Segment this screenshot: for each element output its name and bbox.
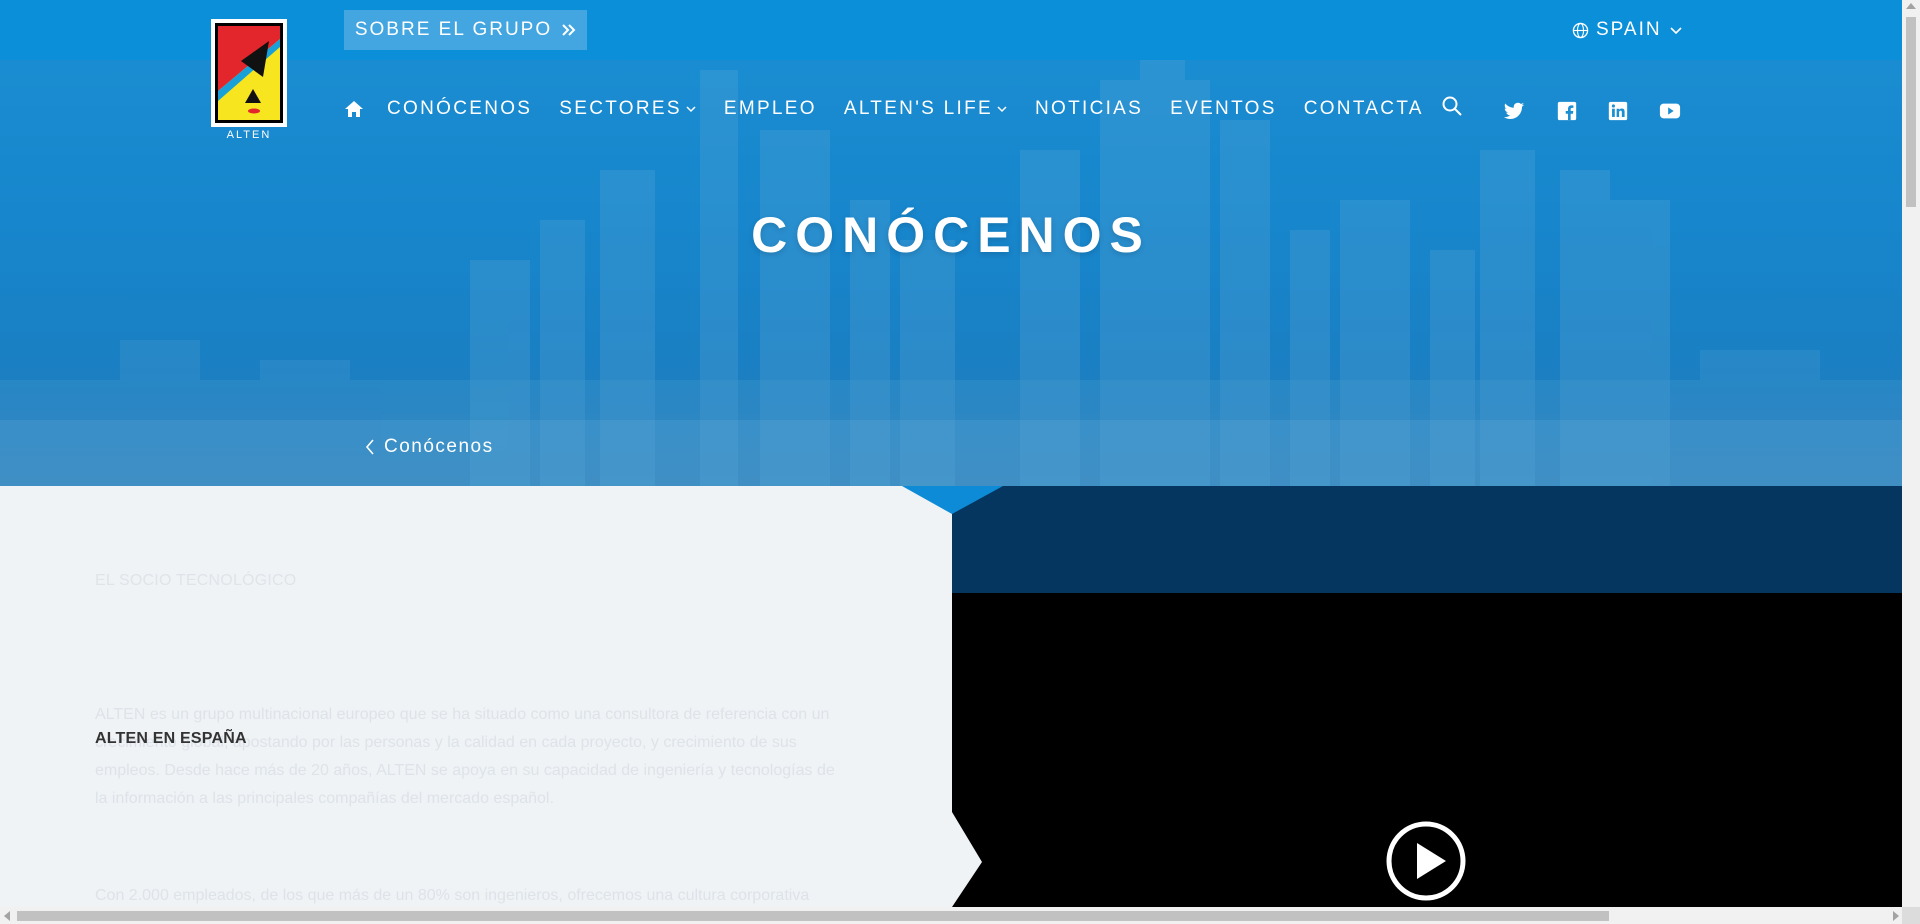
hero-section: ALTEN SOBRE EL GRUPO SPAIN CONÓCENOS SEC… (0, 0, 1902, 486)
alten-logo[interactable]: ALTEN (211, 19, 287, 140)
breadcrumb-label: Conócenos (384, 436, 494, 457)
vertical-scroll-thumb[interactable] (1906, 17, 1916, 207)
chevron-down-icon (997, 106, 1007, 113)
linkedin-icon[interactable] (1607, 100, 1629, 122)
navy-band (952, 486, 1902, 593)
nav-item-sectores[interactable]: SECTORES (559, 98, 697, 120)
search-icon[interactable] (1441, 95, 1463, 117)
globe-icon (1572, 22, 1589, 38)
scroll-left-icon[interactable] (4, 911, 10, 921)
language-selector[interactable]: SPAIN (1572, 17, 1683, 43)
nav-label: ALTEN'S LIFE (843, 98, 993, 119)
scrollbar-corner (1902, 907, 1920, 924)
chevron-down-icon (1670, 27, 1682, 35)
vertical-scrollbar[interactable] (1902, 0, 1920, 907)
nav-label: SECTORES (559, 98, 682, 119)
nav-label: CONÓCENOS (387, 98, 533, 119)
breadcrumb[interactable]: Conócenos (364, 436, 494, 458)
nav-item-eventos[interactable]: EVENTOS (1170, 98, 1277, 120)
horizontal-scroll-thumb[interactable] (17, 911, 1609, 921)
section-heading: ALTEN EN ESPAÑA (95, 730, 247, 747)
twitter-icon[interactable] (1503, 100, 1525, 122)
nav-item-contacta[interactable]: CONTACTA (1304, 98, 1424, 120)
intro-section (0, 486, 952, 907)
nav-label: NOTICIAS (1035, 98, 1144, 119)
nav-label: CONTACTA (1303, 98, 1424, 119)
nav-item-altens-life[interactable]: ALTEN'S LIFE (844, 98, 1008, 120)
nav-item-noticias[interactable]: NOTICIAS (1035, 98, 1143, 120)
nav-label: EVENTOS (1170, 98, 1277, 119)
about-group-label: SOBRE EL GRUPO (354, 19, 553, 40)
horizontal-scrollbar[interactable] (0, 907, 1902, 924)
double-chevron-right-icon (562, 24, 576, 36)
about-group-button[interactable]: SOBRE EL GRUPO (344, 10, 587, 50)
nav-label: EMPLEO (723, 98, 817, 119)
language-label: SPAIN (1596, 19, 1662, 40)
chevron-left-icon (365, 439, 374, 455)
intro-paragraph: ALTEN es un grupo multinacional europeo … (95, 706, 835, 807)
home-icon[interactable] (343, 98, 365, 120)
main-nav: CONÓCENOS SECTORES EMPLEO ALTEN'S LIFE N… (343, 94, 1451, 124)
youtube-icon[interactable] (1659, 100, 1681, 122)
intro-paragraph-2: Con 2.000 empleados, de los que más de u… (95, 887, 810, 904)
scroll-right-icon[interactable] (1893, 911, 1899, 921)
scroll-up-icon[interactable] (1906, 3, 1916, 9)
page-title: CONÓCENOS (751, 207, 1151, 263)
nav-item-conocenos[interactable]: CONÓCENOS (387, 98, 532, 120)
section-kicker: EL SOCIO TECNOLÓGICO (95, 572, 297, 589)
nav-item-empleo[interactable]: EMPLEO (724, 98, 817, 120)
page-viewport: ALTEN SOBRE EL GRUPO SPAIN CONÓCENOS SEC… (0, 0, 1902, 907)
chevron-down-icon (686, 106, 696, 113)
logo-text: ALTEN (227, 129, 272, 140)
facebook-icon[interactable] (1556, 100, 1578, 122)
play-icon[interactable] (1385, 820, 1467, 902)
